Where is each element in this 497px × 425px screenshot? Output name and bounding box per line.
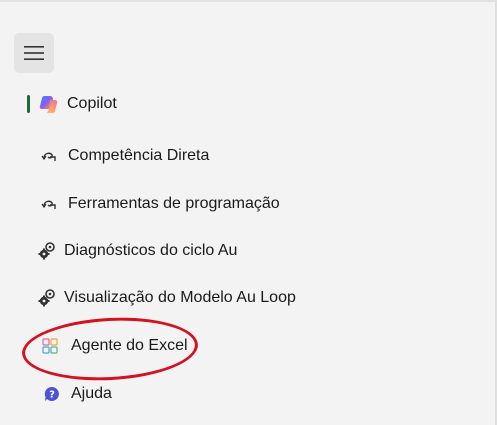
gears-icon	[36, 239, 60, 263]
nav-item-label: Ajuda	[71, 385, 112, 402]
nav-item-label: Diagnósticos do ciclo Au	[64, 242, 238, 259]
nav-item-ferramentas-de-programacao[interactable]: Ferramentas de programação	[38, 189, 358, 219]
nav-item-visualizacao-do-modelo-au-loop[interactable]: Visualização do Modelo Au Loop	[36, 283, 356, 313]
nav-item-copilot[interactable]: Copilot	[27, 89, 348, 119]
help-icon: ?	[40, 382, 64, 406]
active-indicator	[27, 95, 30, 113]
nav-item-label: Visualização do Modelo Au Loop	[64, 289, 296, 306]
nav-item-competencia-direta[interactable]: Competência Direta	[38, 141, 358, 171]
nav-item-label: Agente do Excel	[71, 337, 188, 354]
nav-item-label: Copilot	[67, 95, 117, 112]
arrow-loop-icon	[38, 144, 62, 168]
svg-text:?: ?	[49, 390, 55, 401]
gears-icon	[36, 286, 60, 310]
nav-item-ajuda[interactable]: ? Ajuda	[40, 379, 360, 409]
nav-item-agente-do-excel[interactable]: Agente do Excel	[38, 331, 358, 361]
nav-item-label: Ferramentas de programação	[68, 195, 280, 212]
excel-agent-icon	[38, 334, 62, 358]
navigation-pane: Copilot Competência Direta Ferramentas d…	[0, 0, 497, 425]
arrow-loop-icon	[38, 192, 62, 216]
copilot-icon	[37, 92, 61, 116]
nav-item-diagnosticos-do-ciclo-au[interactable]: Diagnósticos do ciclo Au	[36, 236, 356, 266]
nav-item-label: Competência Direta	[68, 147, 210, 164]
